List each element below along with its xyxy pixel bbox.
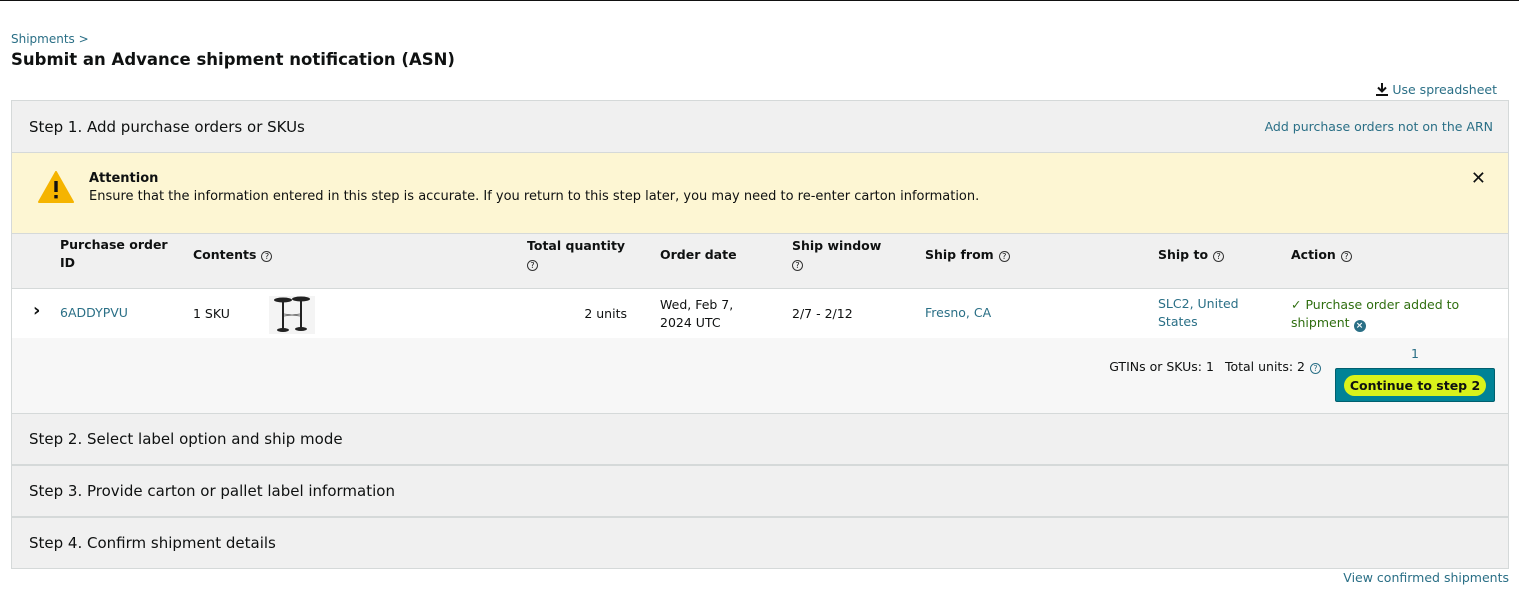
use-spreadsheet-link[interactable]: Use spreadsheet (1376, 82, 1497, 97)
breadcrumb-separator: > (78, 32, 89, 46)
use-spreadsheet-label: Use spreadsheet (1392, 82, 1497, 97)
quantity-value: 2 units (584, 306, 627, 321)
table-header: Purchase order ID Contents? Total quantit… (12, 234, 1508, 289)
ship-window-value: 2/7 - 2/12 (792, 306, 853, 321)
breadcrumb-shipments-link[interactable]: Shipments (11, 32, 75, 46)
total-units: Total units: 2? (1225, 359, 1321, 374)
help-icon[interactable]: ? (998, 251, 1010, 262)
header-ship-from: Ship from? (925, 246, 1010, 264)
pagination-page-1[interactable]: 1 (1411, 346, 1419, 361)
contents-value: 1 SKU (193, 306, 230, 321)
header-total-quantity: Total quantity? (527, 238, 626, 271)
continue-button-label: Continue to step 2 (1343, 374, 1487, 396)
totals: GTINs or SKUs: 1 Total units: 2? (1109, 359, 1321, 374)
help-icon[interactable]: ? (1340, 251, 1352, 262)
step3-title: Step 3. Provide carton or pallet label i… (29, 482, 395, 500)
ship-from-link[interactable]: Fresno, CA (925, 304, 991, 322)
action-status: ✓ Purchase order added to shipment × (1291, 297, 1460, 332)
step4-panel: Step 4. Confirm shipment details (11, 517, 1509, 569)
step1-panel: Step 1. Add purchase orders or SKUs Add … (11, 100, 1509, 414)
step3-header[interactable]: Step 3. Provide carton or pallet label i… (12, 466, 1508, 516)
step2-panel: Step 2. Select label option and ship mod… (11, 413, 1509, 465)
help-icon[interactable]: ? (261, 251, 273, 262)
header-purchase-order-id: Purchase order ID (60, 237, 168, 270)
ship-to-link[interactable]: SLC2, United States (1158, 295, 1239, 331)
header-contents: Contents? (193, 246, 273, 264)
help-icon[interactable]: ? (527, 260, 538, 271)
gtins-count: GTINs or SKUs: 1 (1109, 359, 1214, 374)
add-purchase-orders-link[interactable]: Add purchase orders not on the ARN (1265, 119, 1493, 134)
help-icon[interactable]: ? (792, 260, 803, 271)
header-order-date: Order date (660, 247, 737, 262)
help-icon[interactable]: ? (1310, 363, 1321, 374)
step2-header[interactable]: Step 2. Select label option and ship mod… (12, 414, 1508, 464)
step1-title: Step 1. Add purchase orders or SKUs (29, 117, 305, 136)
header-ship-window: Ship window? (792, 238, 882, 271)
alert-message: Ensure that the information entered in t… (89, 189, 980, 204)
table-row: › 6ADDYPVU 1 SKU 2 units Wed, Feb 7, 2024… (12, 289, 1508, 338)
order-date-value: Wed, Feb 7, 2024 UTC (660, 297, 734, 330)
header-action: Action? (1291, 246, 1352, 264)
step2-title: Step 2. Select label option and ship mod… (29, 430, 343, 448)
view-confirmed-shipments-link[interactable]: View confirmed shipments (1343, 570, 1509, 585)
check-icon: ✓ (1291, 297, 1302, 312)
close-icon[interactable]: ✕ (1471, 170, 1486, 188)
top-divider (0, 0, 1519, 1)
step3-panel: Step 3. Provide carton or pallet label i… (11, 465, 1509, 517)
summary-bar: 1 GTINs or SKUs: 1 Total units: 2? Conti… (12, 338, 1508, 414)
step4-title: Step 4. Confirm shipment details (29, 534, 276, 552)
po-id-link[interactable]: 6ADDYPVU (60, 304, 128, 322)
step4-header[interactable]: Step 4. Confirm shipment details (12, 518, 1508, 568)
product-thumbnail (269, 296, 315, 339)
header-ship-to: Ship to? (1158, 246, 1225, 264)
continue-to-step-2-button[interactable]: Continue to step 2 (1335, 368, 1495, 402)
remove-icon[interactable]: × (1353, 320, 1366, 332)
step1-header[interactable]: Step 1. Add purchase orders or SKUs Add … (12, 101, 1508, 153)
warning-icon (38, 171, 74, 207)
help-icon[interactable]: ? (1213, 251, 1225, 262)
download-icon (1376, 83, 1389, 96)
alert-title: Attention (89, 171, 159, 186)
breadcrumb: Shipments > (11, 32, 89, 46)
expand-chevron-icon[interactable]: › (33, 301, 40, 321)
attention-alert: Attention Ensure that the information en… (12, 153, 1508, 234)
page-title: Submit an Advance shipment notification … (11, 50, 455, 69)
